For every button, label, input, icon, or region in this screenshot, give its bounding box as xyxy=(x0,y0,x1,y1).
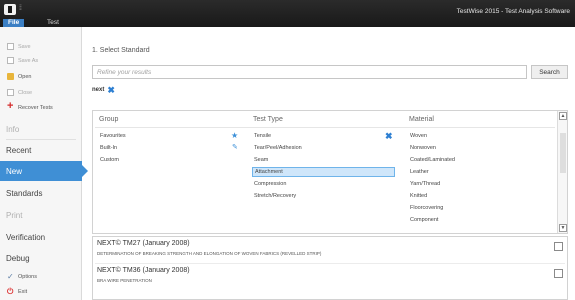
result-row[interactable]: NEXT© TM36 (January 2008) BRA WIRE PENET… xyxy=(93,264,567,290)
test-type-item-tear-peel[interactable]: Tear/Peel/Adhesion xyxy=(252,143,392,153)
sidebar-recover-tests[interactable]: + Recover Tests xyxy=(0,100,82,113)
result-checkbox[interactable] xyxy=(554,269,563,278)
refine-results-input[interactable] xyxy=(92,65,527,79)
group-item-built-in[interactable]: Built-In xyxy=(98,143,117,153)
result-title: NEXT© TM27 (January 2008) xyxy=(97,240,190,247)
test-type-column-header: Test Type xyxy=(253,116,283,123)
sidebar-exit-label: Exit xyxy=(18,288,28,295)
test-type-item-compression[interactable]: Compression xyxy=(252,179,392,189)
search-button[interactable]: Search xyxy=(531,65,568,79)
sidebar-verification-label: Verification xyxy=(6,232,46,242)
sidebar-exit[interactable]: ⏻ Exit xyxy=(0,286,82,297)
sidebar-info[interactable]: Info xyxy=(0,119,82,139)
sidebar-new-label: New xyxy=(6,166,23,176)
results-list: NEXT© TM27 (January 2008) DETERMINATION … xyxy=(92,236,568,300)
options-check-icon: ✓ xyxy=(7,272,14,281)
sidebar-recover-label: Recover Tests xyxy=(18,104,53,111)
material-item-coated-laminated[interactable]: Coated/Laminated xyxy=(408,155,455,165)
result-checkbox[interactable] xyxy=(554,242,563,251)
sidebar-info-label: Info xyxy=(6,124,20,134)
folder-open-icon xyxy=(7,73,14,80)
material-item-component[interactable]: Component xyxy=(408,215,438,225)
sidebar-close[interactable]: Close xyxy=(0,87,82,98)
sidebar-standards[interactable]: Standards xyxy=(0,183,82,203)
active-filter-tag: next ✖ xyxy=(92,86,115,95)
close-icon[interactable]: ✖ xyxy=(107,86,115,95)
sidebar-recent-label: Recent xyxy=(6,145,32,155)
window-title: TestWise 2015 - Test Analysis Software xyxy=(456,8,570,15)
sidebar-new[interactable]: New xyxy=(0,161,88,181)
material-column-header: Material xyxy=(409,116,434,123)
group-item-custom[interactable]: Custom xyxy=(98,155,119,165)
save-icon xyxy=(7,43,14,50)
sidebar-print-label: Print xyxy=(6,210,23,220)
power-icon: ⏻ xyxy=(7,287,14,296)
scroll-thumb[interactable] xyxy=(560,133,566,173)
test-type-item-attachment[interactable]: Attachment xyxy=(252,167,395,177)
app-logo-icon xyxy=(4,4,16,15)
test-type-item-seam[interactable]: Seam xyxy=(252,155,392,165)
result-row[interactable]: NEXT© TM27 (January 2008) DETERMINATION … xyxy=(93,237,567,264)
sidebar-print[interactable]: Print xyxy=(0,205,82,225)
material-item-nonwoven[interactable]: Nonwoven xyxy=(408,143,436,153)
filter-scrollbar[interactable]: ▲ ▼ xyxy=(557,111,567,233)
result-description: DETERMINATION OF BREAKING STRENGTH AND E… xyxy=(97,251,322,256)
sidebar-save[interactable]: Save xyxy=(0,41,82,52)
backstage-sidebar: Save Save As Open Close + Recover Tests … xyxy=(0,27,88,300)
material-item-knitted[interactable]: Knitted xyxy=(408,191,427,201)
title-bar: ⁞⁞ TestWise 2015 - Test Analysis Softwar… xyxy=(0,0,575,27)
sidebar-options[interactable]: ✓ Options xyxy=(0,271,82,282)
recover-plus-icon: + xyxy=(7,100,14,112)
sidebar-recent[interactable]: Recent xyxy=(0,140,82,160)
sidebar-open-label: Open xyxy=(18,73,32,80)
sidebar-debug[interactable]: Debug xyxy=(0,248,82,268)
sidebar-save-label: Save xyxy=(18,43,31,50)
sidebar-options-label: Options xyxy=(18,273,37,280)
close-document-icon xyxy=(7,89,14,96)
header-divider xyxy=(95,127,555,128)
material-item-leather[interactable]: Leather xyxy=(408,167,429,177)
sidebar-save-as-label: Save As xyxy=(18,57,39,64)
sidebar-open[interactable]: Open xyxy=(0,71,82,82)
sidebar-save-as[interactable]: Save As xyxy=(0,55,82,66)
star-icon: ★ xyxy=(231,131,239,140)
sidebar-debug-label: Debug xyxy=(6,253,30,263)
filter-panel: Group Test Type Material Favourites Buil… xyxy=(92,110,568,234)
active-filter-label: next xyxy=(92,87,105,93)
quick-access-toolbar[interactable]: ⁞⁞ xyxy=(19,5,22,12)
group-item-favourites[interactable]: Favourites xyxy=(98,131,126,141)
menu-file-tab[interactable]: File xyxy=(3,19,25,27)
material-item-yarn-thread[interactable]: Yarn/Thread xyxy=(408,179,440,189)
scroll-up-icon[interactable]: ▲ xyxy=(559,112,567,120)
save-as-icon xyxy=(7,57,14,64)
result-description: BRA WIRE PENETRATION xyxy=(97,278,152,283)
group-column-header: Group xyxy=(99,116,119,123)
menu-test-tab[interactable]: Test xyxy=(42,19,64,27)
active-indicator-arrow xyxy=(82,165,88,177)
sidebar-standards-label: Standards xyxy=(6,188,43,198)
section-title: 1. Select Standard xyxy=(92,47,150,54)
sidebar-close-label: Close xyxy=(18,89,33,96)
material-item-woven[interactable]: Woven xyxy=(408,131,427,141)
scroll-down-icon[interactable]: ▼ xyxy=(559,224,567,232)
material-item-floorcovering[interactable]: Floorcovering xyxy=(408,203,443,213)
close-icon[interactable]: ✖ xyxy=(385,132,393,141)
pin-icon: ✎ xyxy=(232,144,238,151)
result-title: NEXT© TM36 (January 2008) xyxy=(97,267,190,274)
test-type-item-tensile[interactable]: Tensile xyxy=(252,131,392,141)
sidebar-verification[interactable]: Verification xyxy=(0,227,82,247)
test-type-item-stretch-recovery[interactable]: Stretch/Recovery xyxy=(252,191,392,201)
